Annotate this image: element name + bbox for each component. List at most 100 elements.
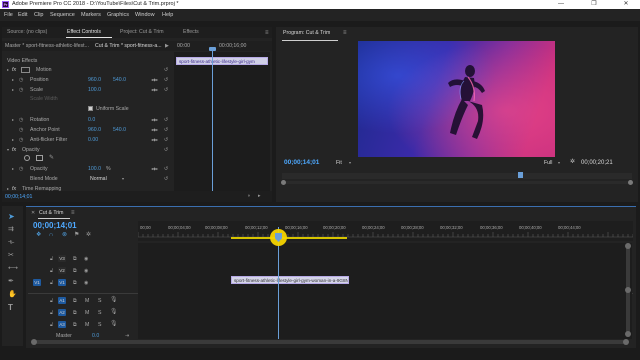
work-area-bar[interactable] <box>231 237 347 239</box>
keyframe-nav-icon[interactable]: ◂◆▸ <box>151 166 158 172</box>
reset-icon[interactable]: ↺ <box>164 87 168 93</box>
play-only-audio-icon[interactable]: ▶ <box>165 43 169 49</box>
program-scrub-bar[interactable] <box>282 173 632 179</box>
close-button[interactable]: ✕ <box>615 0 637 9</box>
track-target-button[interactable]: V1 <box>58 279 66 286</box>
nest-toggle-icon[interactable]: ❖ <box>36 232 41 238</box>
reset-icon[interactable]: ↺ <box>164 77 168 83</box>
zoom-handle-left[interactable] <box>31 339 37 345</box>
chevron-down-icon[interactable]: ▾ <box>122 176 124 182</box>
scroll-handle-top[interactable] <box>625 243 631 249</box>
timeline-tab[interactable]: Cut & Trim <box>39 210 64 216</box>
tab-project[interactable]: Project: Cut & Trim <box>117 27 167 38</box>
stopwatch-icon[interactable]: ◷ <box>19 87 23 93</box>
sync-lock-icon[interactable]: ⧉ <box>73 310 77 316</box>
timeline-ruler[interactable]: 00;00 00;00;04;00 00;00;08;00 00;00;12;0… <box>138 221 633 241</box>
video-clip[interactable]: sport-fitness-athletic-lifestyle-girl-gy… <box>231 276 349 284</box>
sync-lock-icon[interactable]: ⧉ <box>73 256 77 262</box>
menu-graphics[interactable]: Graphics <box>107 12 129 18</box>
program-zoom-bar[interactable] <box>282 181 632 184</box>
pen-mask-icon[interactable]: ✎ <box>49 155 54 161</box>
lock-icon[interactable]: 🔓︎ <box>50 322 53 328</box>
sync-lock-icon[interactable]: ⧉ <box>73 268 77 274</box>
menu-file[interactable]: File <box>4 12 13 18</box>
microphone-icon[interactable]: 🎙︎ <box>110 321 118 327</box>
zoom-level-select[interactable]: Fit <box>336 160 342 166</box>
track-select-tool-icon[interactable]: ⇉ <box>8 226 14 233</box>
zoom-out-icon[interactable]: ◑ <box>247 193 250 199</box>
panel-menu-icon[interactable]: ≡ <box>71 210 75 216</box>
keyframe-nav-icon[interactable]: ◂◆▸ <box>151 77 158 83</box>
lock-icon[interactable]: 🔓︎ <box>50 298 53 304</box>
type-tool-icon[interactable]: T <box>8 304 13 312</box>
program-monitor-title[interactable]: Program: Cut & Trim <box>283 30 330 36</box>
menu-markers[interactable]: Markers <box>81 12 101 18</box>
mute-button[interactable]: M <box>85 298 89 304</box>
lock-icon[interactable]: 🔓︎ <box>50 256 53 262</box>
ec-timecode[interactable]: 00;00;14;01 <box>5 194 32 200</box>
reset-icon[interactable]: ↺ <box>164 117 168 123</box>
panel-menu-icon[interactable]: ≡ <box>265 30 269 36</box>
property-value-x[interactable]: 960.0 <box>88 127 101 133</box>
property-value-x[interactable]: 960.0 <box>88 77 101 83</box>
stopwatch-icon[interactable]: ◷ <box>19 166 23 172</box>
fx-badge-icon[interactable]: fx <box>12 67 16 73</box>
go-to-out-icon[interactable]: ⇥ <box>125 333 129 339</box>
eye-icon[interactable]: ◉ <box>84 268 88 274</box>
stopwatch-icon[interactable]: ◷ <box>19 137 23 143</box>
expand-arrow-icon[interactable]: ▸ <box>12 77 14 83</box>
transform-box-icon[interactable] <box>21 67 30 73</box>
slip-tool-icon[interactable]: ⟷ <box>8 265 18 272</box>
master-clip-label[interactable]: Master * sport-fitness-athletic-lifest..… <box>5 43 89 49</box>
program-playhead[interactable] <box>518 172 523 178</box>
solo-button[interactable]: S <box>98 310 101 316</box>
property-value[interactable]: 100.0 <box>88 166 101 172</box>
fx-badge-icon[interactable]: fx <box>12 147 16 153</box>
keyframe-nav-icon[interactable]: ◂◆▸ <box>151 87 158 93</box>
track-target-button[interactable]: V3 <box>58 255 66 262</box>
property-value[interactable]: 0.0 <box>88 117 95 123</box>
collapse-arrow-icon[interactable]: ▾ <box>7 147 9 153</box>
hand-tool-icon[interactable]: ✋ <box>8 291 17 298</box>
tab-effects[interactable]: Effects <box>180 27 202 38</box>
stopwatch-icon[interactable]: ◷ <box>19 117 23 123</box>
minimize-button[interactable]: — <box>550 0 572 9</box>
sync-lock-icon[interactable]: ⧉ <box>73 322 77 328</box>
export-frame-icon[interactable]: ▸ <box>258 193 261 199</box>
source-patch-v1[interactable]: V1 <box>33 279 41 286</box>
razor-tool-icon[interactable]: ✂ <box>8 252 14 259</box>
expand-arrow-icon[interactable]: ▸ <box>12 166 14 172</box>
snap-magnet-icon[interactable]: ∩ <box>49 232 53 238</box>
keyframe-nav-icon[interactable]: ◂◆▸ <box>151 127 158 133</box>
keyframe-nav-icon[interactable]: ◂◆▸ <box>151 137 158 143</box>
timeline-timecode[interactable]: 00;00;14;01 <box>33 221 77 230</box>
rectangle-mask-icon[interactable] <box>36 155 43 161</box>
reset-icon[interactable]: ↺ <box>164 166 168 172</box>
zoom-handle-right[interactable] <box>623 339 629 345</box>
add-marker-icon[interactable]: ⚑ <box>74 232 79 238</box>
chevron-down-icon[interactable]: ▾ <box>349 160 351 166</box>
keyframe-nav-icon[interactable]: ◂◆▸ <box>151 117 158 123</box>
sync-lock-icon[interactable]: ⧉ <box>73 280 77 286</box>
close-icon[interactable]: ✕ <box>31 210 35 216</box>
eye-icon[interactable]: ◉ <box>84 256 88 262</box>
ec-playhead-handle[interactable] <box>209 47 216 51</box>
reset-icon[interactable]: ↺ <box>164 127 168 133</box>
reset-icon[interactable]: ↺ <box>164 137 168 143</box>
panel-menu-icon[interactable]: ≡ <box>343 30 347 36</box>
mute-button[interactable]: M <box>85 322 89 328</box>
track-target-button[interactable]: V2 <box>58 267 66 274</box>
tab-source[interactable]: Source: (no clips) <box>4 27 50 38</box>
track-target-button[interactable]: A3 <box>58 321 66 328</box>
stopwatch-icon[interactable]: ◷ <box>19 77 23 83</box>
menu-sequence[interactable]: Sequence <box>50 12 75 18</box>
menu-clip[interactable]: Clip <box>34 12 43 18</box>
expand-arrow-icon[interactable]: ▸ <box>12 137 14 143</box>
track-target-button[interactable]: A2 <box>58 309 66 316</box>
ec-mini-timeline[interactable] <box>174 52 270 192</box>
linked-selection-icon[interactable]: ⊗ <box>62 232 67 238</box>
reset-icon[interactable]: ↺ <box>164 67 168 73</box>
ellipse-mask-icon[interactable] <box>24 155 30 161</box>
property-value-y[interactable]: 540.0 <box>113 127 126 133</box>
lock-icon[interactable]: 🔓︎ <box>50 268 53 274</box>
